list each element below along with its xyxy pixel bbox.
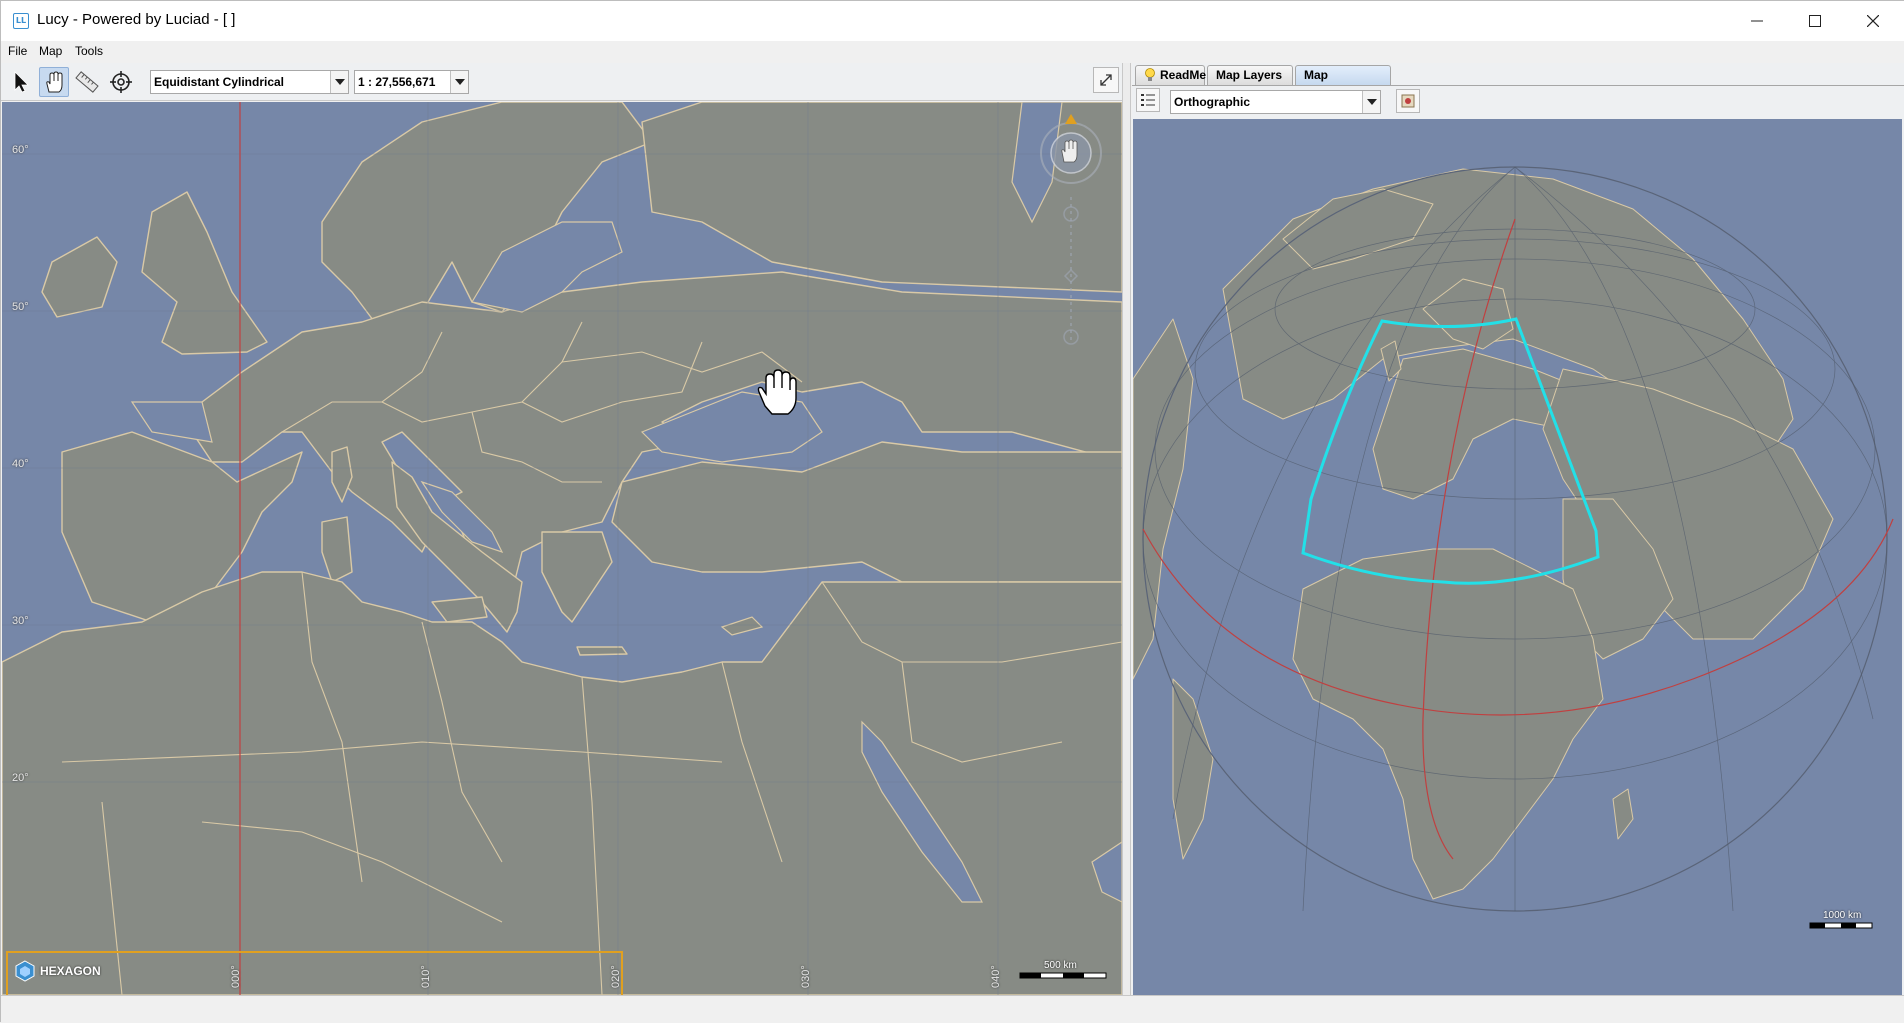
select-tool-button[interactable]	[6, 67, 36, 97]
side-panel-tabs: ReadMe Map Layers Map Overview	[1134, 63, 1904, 100]
menu-file[interactable]: File	[8, 44, 27, 58]
overview-projection-dropdown[interactable]: Orthographic	[1170, 90, 1381, 114]
status-bar	[1, 995, 1904, 1023]
pointer-arrow-icon	[14, 71, 29, 93]
target-tool-button[interactable]	[106, 67, 136, 97]
latitude-label: 30°	[12, 615, 29, 627]
globe-canvas[interactable]	[1133, 119, 1902, 995]
list-icon	[1141, 94, 1155, 106]
lightbulb-icon	[1145, 68, 1155, 81]
tab-readme[interactable]: ReadMe	[1135, 65, 1207, 85]
longitude-label: 000°	[230, 965, 242, 988]
hexagon-logo-icon	[15, 960, 35, 982]
overview-projection-value: Orthographic	[1174, 95, 1251, 109]
latitude-label: 50°	[12, 301, 29, 313]
ruler-tool-button[interactable]	[72, 67, 102, 97]
latitude-label: 20°	[12, 772, 29, 784]
longitude-label: 040°	[990, 965, 1002, 988]
hexagon-logo-text: HEXAGON	[40, 964, 101, 978]
hexagon-logo: HEXAGON	[14, 960, 101, 982]
longitude-label: 030°	[800, 965, 812, 988]
latitude-label: 40°	[12, 458, 29, 470]
europe-map-canvas[interactable]	[2, 102, 1122, 995]
tab-map-layers[interactable]: Map Layers	[1207, 65, 1293, 85]
crosshair-target-icon	[110, 71, 132, 93]
app-icon: LL	[13, 13, 29, 29]
map-toolbar: Equidistant Cylindrical 1 : 27,556,671	[1, 63, 1122, 101]
menu-bar: File Map Tools	[1, 41, 1904, 63]
chevron-down-icon[interactable]	[330, 71, 348, 93]
close-icon	[1867, 15, 1879, 27]
longitude-label: 010°	[420, 965, 432, 988]
menu-tools[interactable]: Tools	[75, 44, 103, 58]
close-button[interactable]	[1845, 1, 1901, 41]
overview-toolbar: Orthographic	[1132, 85, 1904, 117]
minimize-button[interactable]	[1729, 1, 1785, 41]
maximize-icon	[1809, 15, 1821, 27]
menu-map[interactable]: Map	[39, 44, 62, 58]
scale-bar	[1019, 972, 1107, 979]
ruler-icon	[75, 71, 99, 93]
hand-icon	[46, 71, 63, 93]
overview-settings-button[interactable]	[1396, 89, 1420, 113]
pan-tool-button[interactable]	[39, 67, 69, 97]
overview-scale-label: 1000 km	[1823, 910, 1862, 921]
scale-value: 1 : 27,556,671	[358, 75, 436, 89]
expand-icon	[1100, 74, 1112, 86]
title-bar: LL Lucy - Powered by Luciad - [ ]	[1, 1, 1904, 41]
window-title: Lucy - Powered by Luciad - [ ]	[37, 11, 236, 28]
layer-list-button[interactable]	[1136, 88, 1160, 112]
tab-map-overview[interactable]: Map Overview	[1295, 65, 1391, 100]
tab-map-layers-label: Map Layers	[1216, 68, 1283, 82]
projection-value: Equidistant Cylindrical	[154, 75, 285, 89]
tab-readme-label: ReadMe	[1160, 68, 1207, 82]
application-window: LL Lucy - Powered by Luciad - [ ] File M…	[0, 0, 1904, 1023]
latitude-label: 60°	[12, 144, 29, 156]
map-settings-icon	[1401, 94, 1415, 108]
scale-dropdown[interactable]: 1 : 27,556,671	[354, 70, 469, 94]
scale-bar-label: 500 km	[1044, 960, 1077, 971]
panel-splitter[interactable]	[1122, 63, 1131, 995]
expand-map-button[interactable]	[1093, 67, 1119, 93]
chevron-down-icon[interactable]	[450, 71, 468, 93]
main-map-view[interactable]: 60° 50° 40° 30° 20° 000° 010° 020° 030° …	[2, 102, 1122, 995]
minimize-icon	[1751, 20, 1763, 22]
overview-scale-bar	[1809, 922, 1873, 929]
maximize-button[interactable]	[1787, 1, 1843, 41]
projection-dropdown[interactable]: Equidistant Cylindrical	[150, 70, 349, 94]
longitude-label: 020°	[610, 965, 622, 988]
chevron-down-icon[interactable]	[1362, 91, 1380, 113]
overview-map-view[interactable]: 1000 km	[1133, 119, 1902, 995]
